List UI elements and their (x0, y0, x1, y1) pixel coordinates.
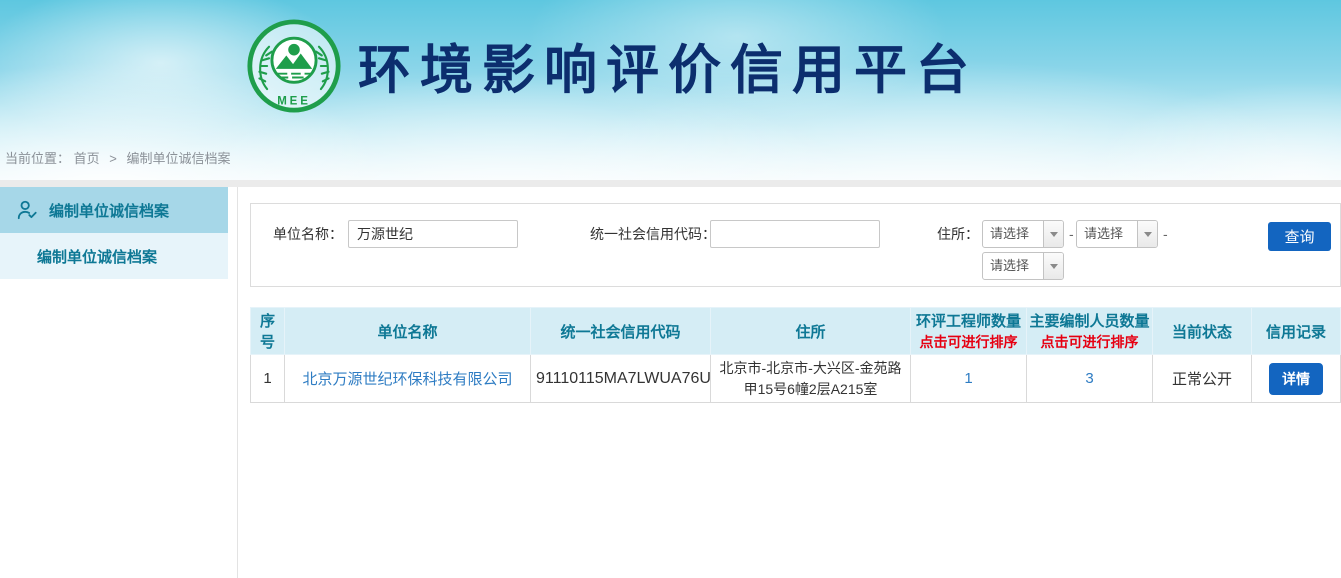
sidebar-group-credit-archive[interactable]: 编制单位诚信档案 (0, 187, 228, 233)
logo-text: MEE (277, 95, 311, 107)
col-engineer-count-sort[interactable]: 环评工程师数量 点击可进行排序 (911, 308, 1027, 355)
table-header-row: 序号 单位名称 统一社会信用代码 住所 环评工程师数量 点击可进行排序 主要编制… (251, 308, 1341, 355)
credit-code-label: 统一社会信用代码： (590, 220, 716, 248)
address-separator: - (1069, 220, 1074, 248)
address-value: 北京市-北京市-大兴区-金苑路甲15号6幢2层A215室 (711, 355, 911, 403)
city-select[interactable]: 请选择 (1076, 220, 1158, 248)
site-title: 环境影响评价信用平台 (358, 28, 978, 104)
sidebar-item-credit-archive[interactable]: 编制单位诚信档案 (0, 233, 228, 279)
mee-logo-icon: MEE (246, 18, 342, 114)
body: 编制单位诚信档案 编制单位诚信档案 单位名称： 统一社会信用代码： 住所： 请选… (0, 187, 1341, 578)
sort-hint: 点击可进行排序 (1029, 332, 1150, 352)
company-name-label: 单位名称： (273, 220, 343, 248)
breadcrumb-separator: > (109, 151, 117, 166)
breadcrumb-prefix: 当前位置： (5, 151, 70, 166)
district-select[interactable]: 请选择 (982, 252, 1064, 280)
breadcrumb-home-link[interactable]: 首页 (74, 151, 100, 166)
engineer-count-link[interactable]: 1 (964, 370, 972, 387)
staff-count-link[interactable]: 3 (1085, 370, 1093, 387)
main-content: 单位名称： 统一社会信用代码： 住所： 请选择 - 请选择 - 请选择 (237, 187, 1341, 578)
company-link[interactable]: 北京万源世纪环保科技有限公司 (302, 371, 512, 388)
table-row: 1 北京万源世纪环保科技有限公司 91110115MA7LWUA76U 北京市-… (251, 355, 1341, 403)
divider-strip (0, 180, 1341, 187)
col-status: 当前状态 (1153, 308, 1252, 355)
page: MEE 环境影响评价信用平台 当前位置： 首页 > 编制单位诚信档案 编制单位诚… (0, 0, 1341, 578)
user-check-icon (16, 199, 38, 221)
sidebar-group-label: 编制单位诚信档案 (49, 200, 169, 221)
col-index: 序号 (251, 308, 285, 355)
col-address: 住所 (711, 308, 911, 355)
chevron-down-icon[interactable] (1043, 221, 1063, 247)
search-panel: 单位名称： 统一社会信用代码： 住所： 请选择 - 请选择 - 请选择 (250, 203, 1341, 287)
query-button[interactable]: 查询 (1268, 222, 1331, 251)
credit-code-input[interactable] (710, 220, 880, 248)
sidebar: 编制单位诚信档案 编制单位诚信档案 (0, 187, 228, 578)
row-index: 1 (251, 355, 285, 403)
col-staff-count-sort[interactable]: 主要编制人员数量 点击可进行排序 (1027, 308, 1153, 355)
col-engineer-count-label: 环评工程师数量 (916, 313, 1021, 330)
col-credit-record: 信用记录 (1252, 308, 1341, 355)
header-banner: MEE 环境影响评价信用平台 当前位置： 首页 > 编制单位诚信档案 (0, 0, 1341, 180)
company-name-input[interactable] (348, 220, 518, 248)
province-select[interactable]: 请选择 (982, 220, 1064, 248)
brand: MEE 环境影响评价信用平台 (246, 18, 978, 114)
col-credit-code: 统一社会信用代码 (531, 308, 711, 355)
status-value: 正常公开 (1153, 355, 1252, 403)
breadcrumb-current: 编制单位诚信档案 (127, 151, 231, 166)
chevron-down-icon[interactable] (1043, 253, 1063, 279)
chevron-down-icon[interactable] (1137, 221, 1157, 247)
address-separator: - (1163, 220, 1168, 248)
breadcrumb: 当前位置： 首页 > 编制单位诚信档案 (5, 148, 231, 167)
col-staff-count-label: 主要编制人员数量 (1029, 313, 1149, 330)
detail-button[interactable]: 详情 (1269, 363, 1323, 395)
sidebar-item-label: 编制单位诚信档案 (37, 246, 157, 267)
address-label: 住所： (937, 220, 979, 248)
credit-code-value: 91110115MA7LWUA76U (536, 370, 711, 387)
district-select-value: 请选择 (983, 253, 1043, 279)
col-company: 单位名称 (285, 308, 531, 355)
sort-hint: 点击可进行排序 (913, 332, 1024, 352)
city-select-value: 请选择 (1077, 221, 1137, 247)
results-table: 序号 单位名称 统一社会信用代码 住所 环评工程师数量 点击可进行排序 主要编制… (250, 307, 1341, 403)
province-select-value: 请选择 (983, 221, 1043, 247)
